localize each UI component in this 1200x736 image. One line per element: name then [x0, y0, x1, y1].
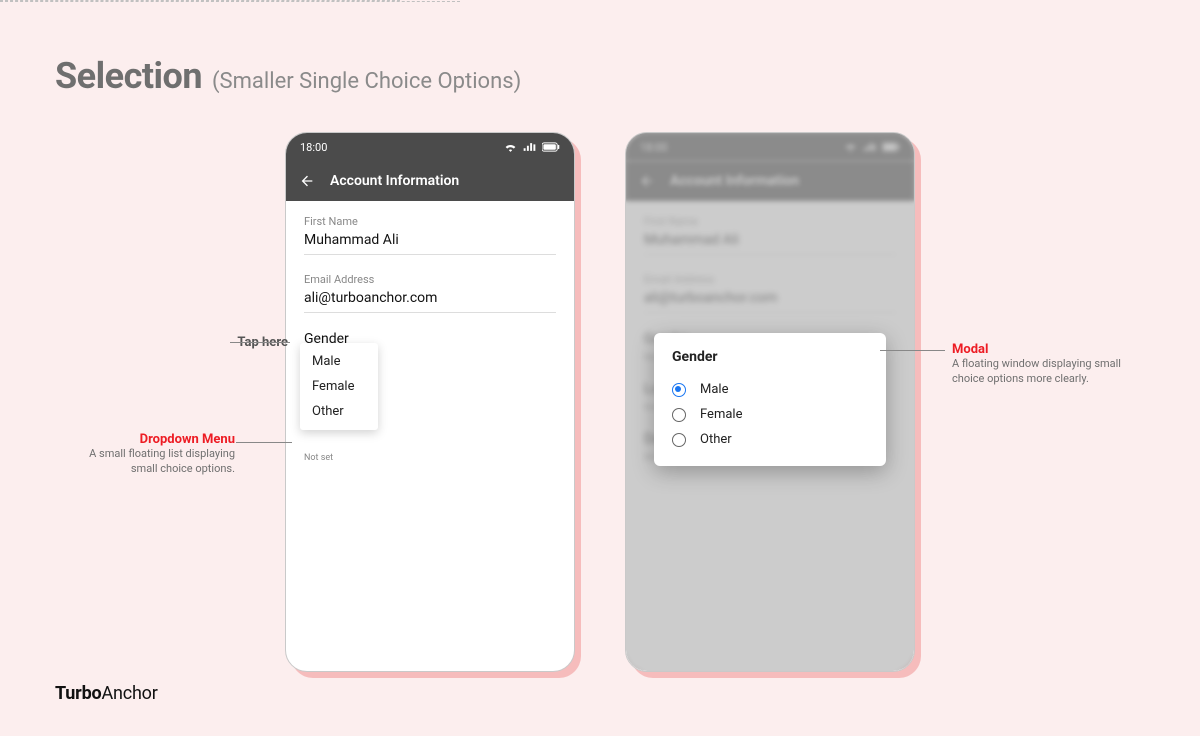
- annotation-desc: A floating window displaying small choic…: [952, 357, 1122, 387]
- field-first-name[interactable]: First Name Muhammad Ali: [304, 215, 556, 255]
- title-main: Selection: [55, 55, 202, 97]
- status-icons: [504, 142, 560, 152]
- field-subvalue: Not set: [304, 453, 556, 463]
- brand-part1: Turbo: [55, 683, 101, 704]
- battery-icon: [542, 142, 560, 152]
- status-bar: 18:00: [286, 133, 574, 161]
- title-subtitle: (Smaller Single Choice Options): [212, 69, 521, 94]
- field-label: First Name: [304, 215, 556, 228]
- annotation-modal: Modal A floating window displaying small…: [952, 342, 1132, 387]
- modal-title: Gender: [672, 349, 868, 365]
- radio-label: Male: [700, 382, 728, 397]
- dropdown-item[interactable]: Female: [300, 374, 378, 399]
- appbar-title: Account Information: [330, 173, 459, 189]
- annotation-line: [880, 350, 945, 351]
- brand-logo: TurboAnchor: [55, 683, 158, 704]
- annotation-desc: A small floating list displaying small c…: [70, 447, 235, 477]
- annotation-line: [236, 442, 292, 443]
- phone-mock-modal: 18:00 Account Information First Name Muh…: [625, 132, 915, 672]
- radio-option-other[interactable]: Other: [672, 427, 868, 452]
- radio-icon: [672, 408, 686, 422]
- radio-label: Female: [700, 407, 742, 422]
- dropdown-item[interactable]: Male: [300, 349, 378, 374]
- annotation-title: Modal: [952, 342, 1132, 357]
- dashed-frame-right: [0, 1, 460, 2]
- radio-option-male[interactable]: Male: [672, 377, 868, 402]
- radio-option-female[interactable]: Female: [672, 402, 868, 427]
- annotation-dropdown: Dropdown Menu A small floating list disp…: [70, 432, 235, 477]
- radio-label: Other: [700, 432, 732, 447]
- annotation-line: [230, 342, 290, 343]
- field-dob-peek[interactable]: Not set: [304, 453, 556, 463]
- field-value: ali@turboanchor.com: [304, 290, 556, 313]
- brand-part2: Anchor: [101, 683, 157, 704]
- gender-modal: Gender Male Female Other: [654, 333, 886, 466]
- page-title: Selection (Smaller Single Choice Options…: [55, 55, 521, 97]
- back-icon[interactable]: [298, 172, 316, 190]
- annotation-title: Dropdown Menu: [70, 432, 235, 447]
- dropdown-item[interactable]: Other: [300, 399, 378, 424]
- radio-icon: [672, 433, 686, 447]
- radio-icon: [672, 383, 686, 397]
- dropdown-menu[interactable]: Male Female Other: [300, 343, 378, 430]
- wifi-icon: [504, 142, 517, 152]
- signal-icon: [523, 142, 536, 152]
- status-time: 18:00: [300, 141, 327, 154]
- field-value: Muhammad Ali: [304, 232, 556, 255]
- phone-mock-dropdown: 18:00 Account Information First Name Muh…: [285, 132, 575, 672]
- field-label: Email Address: [304, 273, 556, 286]
- field-email[interactable]: Email Address ali@turboanchor.com: [304, 273, 556, 313]
- phone-content: First Name Muhammad Ali Email Address al…: [286, 201, 574, 671]
- app-bar: Account Information: [286, 161, 574, 201]
